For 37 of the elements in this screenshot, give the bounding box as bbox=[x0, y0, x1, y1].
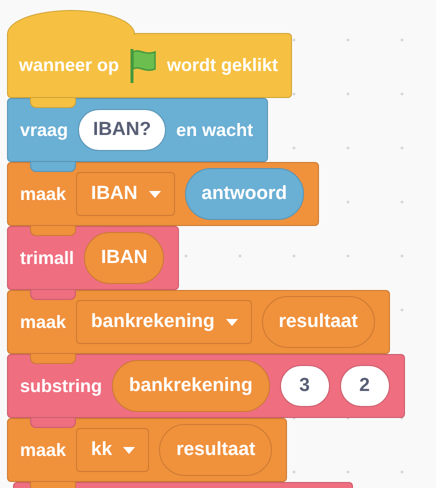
block-label: wordt geklikt bbox=[167, 55, 278, 76]
code-block[interactable]: maak bankrekening resultaat bbox=[7, 290, 390, 354]
block-label: en wacht bbox=[176, 120, 254, 140]
reporter-block[interactable]: antwoord bbox=[184, 168, 304, 220]
input-field[interactable]: IBAN? bbox=[78, 109, 166, 151]
connector-tab bbox=[30, 418, 76, 428]
reporter-block[interactable]: resultaat bbox=[262, 296, 375, 348]
caret-icon bbox=[224, 318, 239, 326]
block-label: vraag bbox=[20, 120, 68, 140]
reporter-block[interactable]: IBAN bbox=[84, 232, 164, 284]
connector-tab bbox=[30, 226, 76, 236]
reporter-block[interactable]: resultaat bbox=[159, 424, 272, 476]
reporter-block[interactable]: bankrekening bbox=[112, 360, 270, 412]
block-label: maak bbox=[20, 184, 66, 204]
caret-icon bbox=[148, 190, 162, 198]
block-label: trimall bbox=[20, 248, 74, 268]
input-field[interactable]: 3 bbox=[280, 365, 330, 407]
hat-block[interactable]: wanneer op wordt geklikt bbox=[7, 10, 292, 98]
connector-tab bbox=[30, 98, 76, 108]
connector-tab bbox=[30, 162, 76, 172]
variable-dropdown[interactable]: bankrekening bbox=[76, 300, 252, 344]
code-block[interactable]: substring bankrekening 3 2 bbox=[7, 354, 405, 418]
block-label: maak bbox=[20, 440, 66, 460]
variable-dropdown[interactable]: kk bbox=[76, 428, 150, 472]
block-label: substring bbox=[20, 376, 102, 396]
block-label: wanneer op bbox=[19, 55, 120, 76]
connector-tab bbox=[30, 290, 76, 300]
flag-icon bbox=[129, 46, 158, 84]
code-block[interactable]: trimall IBAN bbox=[7, 226, 180, 290]
code-block[interactable]: vraag IBAN? en wacht bbox=[7, 98, 268, 162]
connector-tab bbox=[30, 354, 76, 364]
code-block[interactable]: maak IBAN antwoord bbox=[7, 162, 319, 226]
variable-dropdown[interactable]: IBAN bbox=[76, 172, 174, 216]
caret-icon bbox=[122, 446, 136, 454]
input-field[interactable]: 2 bbox=[340, 365, 390, 407]
block-label: maak bbox=[20, 312, 66, 332]
code-block[interactable]: maak kk resultaat bbox=[7, 418, 288, 482]
